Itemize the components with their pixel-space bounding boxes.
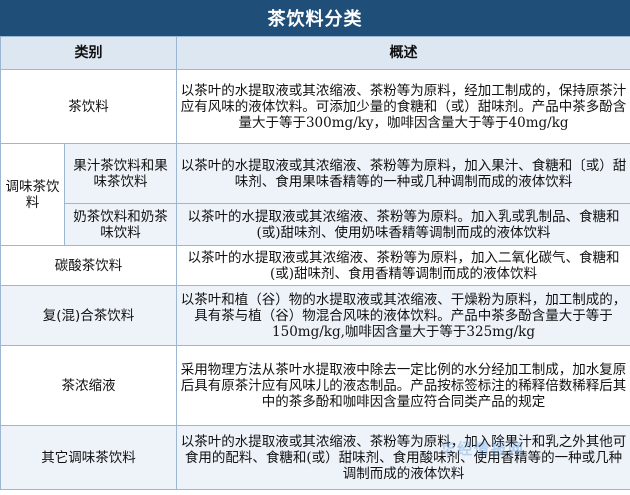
desc-tea: 以茶叶的水提取液或其浓缩液、茶粉等为原料，经加工制成的，保持原茶汁应有风味的液体… [176,69,630,144]
subcategory-juice: 果汁茶饮料和果味茶饮料 [64,143,177,204]
category-other: 其它调味茶饮料 [0,425,177,490]
header-overview: 概述 [176,36,630,70]
table-row: 茶浓缩液 采用物理方法从茶叶水提取液中除去一定比例的水分经加工制成，加水复原后具… [0,345,630,426]
desc-milk: 以茶叶的水提取液或其浓缩液、茶粉等为原料。加入乳或乳制品、食糖和(或)甜味剂、使… [176,203,630,246]
desc-juice: 以茶叶的水提取液或其浓缩液、茶粉等为原料，加入果汁、食糖和〔或）甜味剂、食用果味… [176,143,630,204]
category-concentrate: 茶浓缩液 [0,345,177,426]
table-row: 奶茶饮料和奶茶味饮料 以茶叶的水提取液或其浓缩液、茶粉等为原料。加入乳或乳制品、… [1,203,630,246]
subcategory-milk: 奶茶饮料和奶茶味饮料 [64,203,177,246]
tea-beverage-table-figure: 茶饮料分类 类别 概述 茶饮料 以茶叶的水提取液或其浓缩液、茶粉等为原料，经加工… [0,0,630,495]
table-row: 其它调味茶饮料 以茶叶的水提取液或其浓缩液、茶粉等为原料，加入除果汁和乳之外其他… [0,425,630,490]
category-compound: 复(混)合茶饮料 [0,285,177,346]
desc-carbonated: 以茶叶的水提取液或其浓缩液、茶粉等为原料，加入二氧化碳气、食糖和(或)甜味剂、食… [176,245,630,286]
category-carbonated: 碳酸茶饮料 [0,245,177,286]
classification-table: 类别 概述 茶饮料 以茶叶的水提取液或其浓缩液、茶粉等为原料，经加工制成的，保持… [0,36,630,490]
category-flavored: 调味茶饮料 [0,143,65,246]
table-row: 碳酸茶饮料 以茶叶的水提取液或其浓缩液、茶粉等为原料，加入二氧化碳气、食糖和(或… [0,245,630,286]
desc-compound: 以茶叶和植（谷）物的水提取液或其浓缩液、干燥粉为原料，加工制成的，具有茶与植（谷… [176,285,630,346]
category-tea: 茶饮料 [0,69,177,144]
table-row: 调味茶饮料 果汁茶饮料和果味茶饮料 以茶叶的水提取液或其浓缩液、茶粉等为原料，加… [0,143,630,246]
page-title: 茶饮料分类 [0,0,630,36]
desc-other: 以茶叶的水提取液或其浓缩液、茶粉等为原料，加入除果汁和乳之外其他可食用的配料、食… [176,425,630,490]
desc-concentrate: 采用物理方法从茶叶水提取液中除去一定比例的水分经加工制成，加水复原后具有原茶汁应… [176,345,630,426]
table-header-row: 类别 概述 [0,36,630,70]
table-row: 复(混)合茶饮料 以茶叶和植（谷）物的水提取液或其浓缩液、干燥粉为原料，加工制成… [0,285,630,346]
header-category: 类别 [0,36,177,70]
table-row: 茶饮料 以茶叶的水提取液或其浓缩液、茶粉等为原料，经加工制成的，保持原茶汁应有风… [0,69,630,144]
